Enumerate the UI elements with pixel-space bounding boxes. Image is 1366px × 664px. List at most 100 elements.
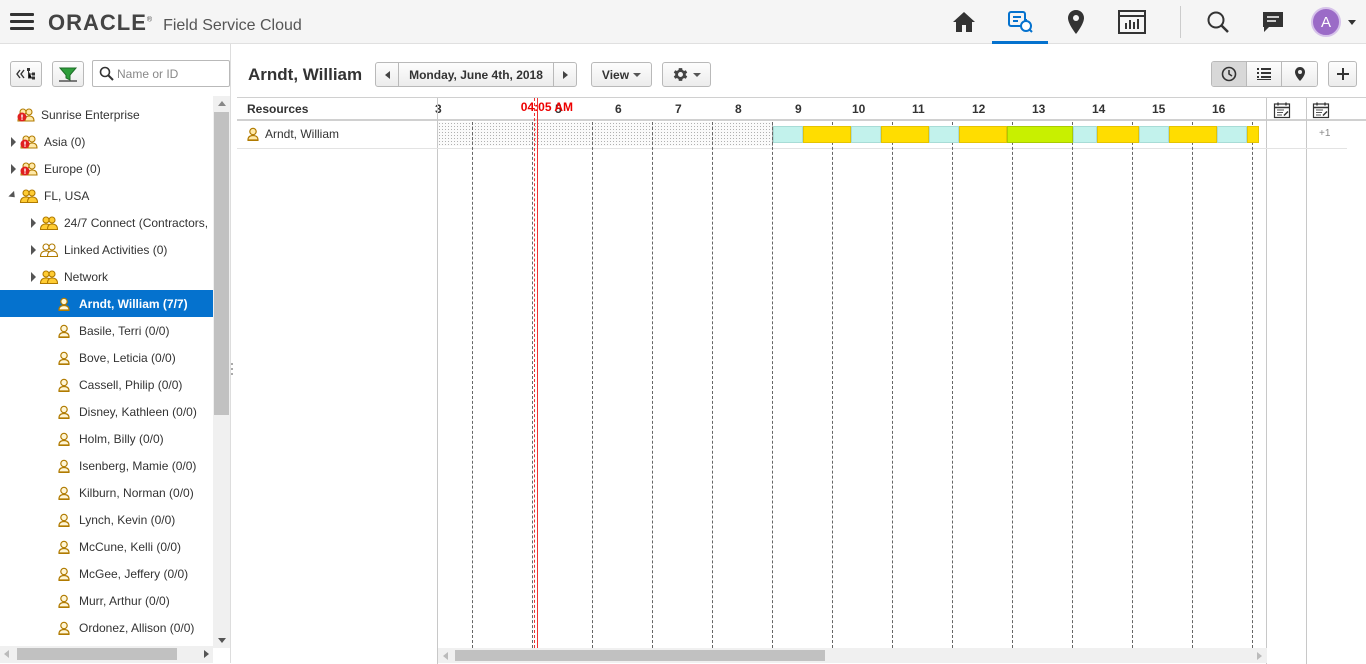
map-pin-icon[interactable] [1048,0,1104,44]
brand: ORACLE® Field Service Cloud [48,10,302,35]
resource-search [92,60,230,87]
activity-block[interactable] [1247,126,1259,143]
collapse-tree-button[interactable] [10,61,42,87]
tree-item[interactable]: Europe (0) [0,155,213,182]
tree-item[interactable]: Asia (0) [0,128,213,155]
previous-day-button[interactable] [375,62,399,87]
tree-item[interactable]: Disney, Kathleen (0/0) [0,398,213,425]
resource-search-input[interactable] [117,64,225,83]
expand-arrow-icon[interactable] [9,136,17,147]
gantt-header: Resources 3 5 6 7 8 9 10 11 12 13 14 15 16 04:05 AM [237,98,1366,121]
filter-button[interactable] [52,61,84,87]
group-alert-icon [19,133,39,151]
tree-vertical-scrollbar[interactable] [213,96,230,648]
top-bar: ORACLE® Field Service Cloud A [0,0,1366,44]
expand-arrow-icon[interactable] [29,271,37,282]
tree-item[interactable]: McGee, Jeffery (0/0) [0,560,213,587]
activity-block[interactable] [1169,126,1217,143]
activity-block[interactable] [803,126,851,143]
list-view-icon[interactable] [1247,62,1282,86]
collapse-arrow-icon[interactable] [8,190,18,201]
gantt-resource-row[interactable]: Arndt, William [247,127,339,141]
activity-block[interactable] [1007,126,1073,143]
scroll-left-icon[interactable] [4,650,9,658]
tree-item[interactable]: Lynch, Kevin (0/0) [0,506,213,533]
travel-segment[interactable] [851,126,881,143]
tree-item[interactable]: Murr, Arthur (0/0) [0,587,213,614]
search-icon[interactable] [1190,0,1246,44]
tree-item[interactable]: FL, USA [0,182,213,209]
tree-item[interactable]: Cassell, Philip (0/0) [0,371,213,398]
tree-item[interactable]: Arndt, William (7/7) [0,290,213,317]
tree-item[interactable]: Kilburn, Norman (0/0) [0,479,213,506]
row-divider [237,148,1347,149]
settings-menu-button[interactable] [662,62,711,87]
time-view-icon[interactable] [1212,62,1247,86]
tree-item[interactable]: McCune, Kelli (0/0) [0,533,213,560]
hour-gridline [472,122,473,648]
expand-arrow-icon[interactable] [9,163,17,174]
tree-item[interactable]: Isenberg, Mamie (0/0) [0,452,213,479]
map-view-icon[interactable] [1282,62,1317,86]
tree-item[interactable]: Holm, Billy (0/0) [0,425,213,452]
expand-arrow-icon[interactable] [29,217,37,228]
gantt-resource-name: Arndt, William [265,127,340,141]
next-day-button[interactable] [553,62,577,87]
tree-item[interactable]: Basile, Terri (0/0) [0,317,213,344]
travel-segment[interactable] [1073,126,1097,143]
scroll-up-icon[interactable] [218,101,226,106]
scroll-right-icon[interactable] [204,650,209,658]
date-picker-button[interactable]: Monday, June 4th, 2018 [398,62,554,87]
dispatch-console-icon[interactable] [992,0,1048,44]
tree-horizontal-scrollbar[interactable] [0,646,213,663]
chevron-left-icon [384,70,390,79]
travel-segment[interactable] [1217,126,1247,143]
tree-item-label: Asia (0) [44,134,86,149]
user-avatar[interactable]: A [1311,7,1341,37]
hour-label: 9 [795,102,802,116]
tree-item[interactable]: Sunrise Enterprise [0,101,213,128]
user-icon [54,484,74,502]
tree-item-label: Isenberg, Mamie (0/0) [79,458,197,473]
hour-gridline [652,122,653,648]
calendar-icon[interactable] [1273,101,1291,119]
calendar-column-divider [1306,98,1307,664]
travel-segment[interactable] [929,126,959,143]
add-button[interactable] [1328,61,1357,87]
travel-segment[interactable] [773,126,803,143]
overflow-count[interactable]: +1 [1319,128,1330,139]
chevron-down-icon[interactable] [1348,20,1356,25]
home-icon[interactable] [936,0,992,44]
scroll-down-icon[interactable] [218,638,226,643]
reports-icon[interactable] [1104,0,1160,44]
tree-item[interactable]: Bove, Leticia (0/0) [0,344,213,371]
calendar-icon[interactable] [1312,101,1330,119]
scrollbar-thumb[interactable] [455,650,825,661]
tree-item-label: Lynch, Kevin (0/0) [79,512,176,527]
scroll-left-icon[interactable] [443,652,448,660]
expand-arrow-icon[interactable] [29,244,37,255]
scroll-right-icon[interactable] [1257,652,1262,660]
travel-segment[interactable] [1139,126,1169,143]
messages-icon[interactable] [1245,0,1301,44]
panel-splitter[interactable] [231,360,234,382]
scrollbar-thumb[interactable] [17,648,177,660]
tree-item[interactable]: Network [0,263,213,290]
hour-gridline [1132,122,1133,648]
view-label: View [601,67,630,82]
hamburger-menu-icon[interactable] [10,13,34,31]
activity-block[interactable] [881,126,929,143]
view-menu-button[interactable]: View [591,62,652,87]
tree-item[interactable]: Linked Activities (0) [0,236,213,263]
activity-block[interactable] [1097,126,1139,143]
tree-item[interactable]: Ordonez, Allison (0/0) [0,614,213,641]
gantt-horizontal-scrollbar[interactable] [438,648,1267,663]
tree-item[interactable]: 24/7 Connect (Contractors, [0,209,213,236]
scrollbar-thumb[interactable] [214,112,229,415]
activity-block[interactable] [959,126,1007,143]
resources-column-header: Resources [247,102,309,116]
current-time-line [536,98,538,648]
group-alert-icon [19,160,39,178]
